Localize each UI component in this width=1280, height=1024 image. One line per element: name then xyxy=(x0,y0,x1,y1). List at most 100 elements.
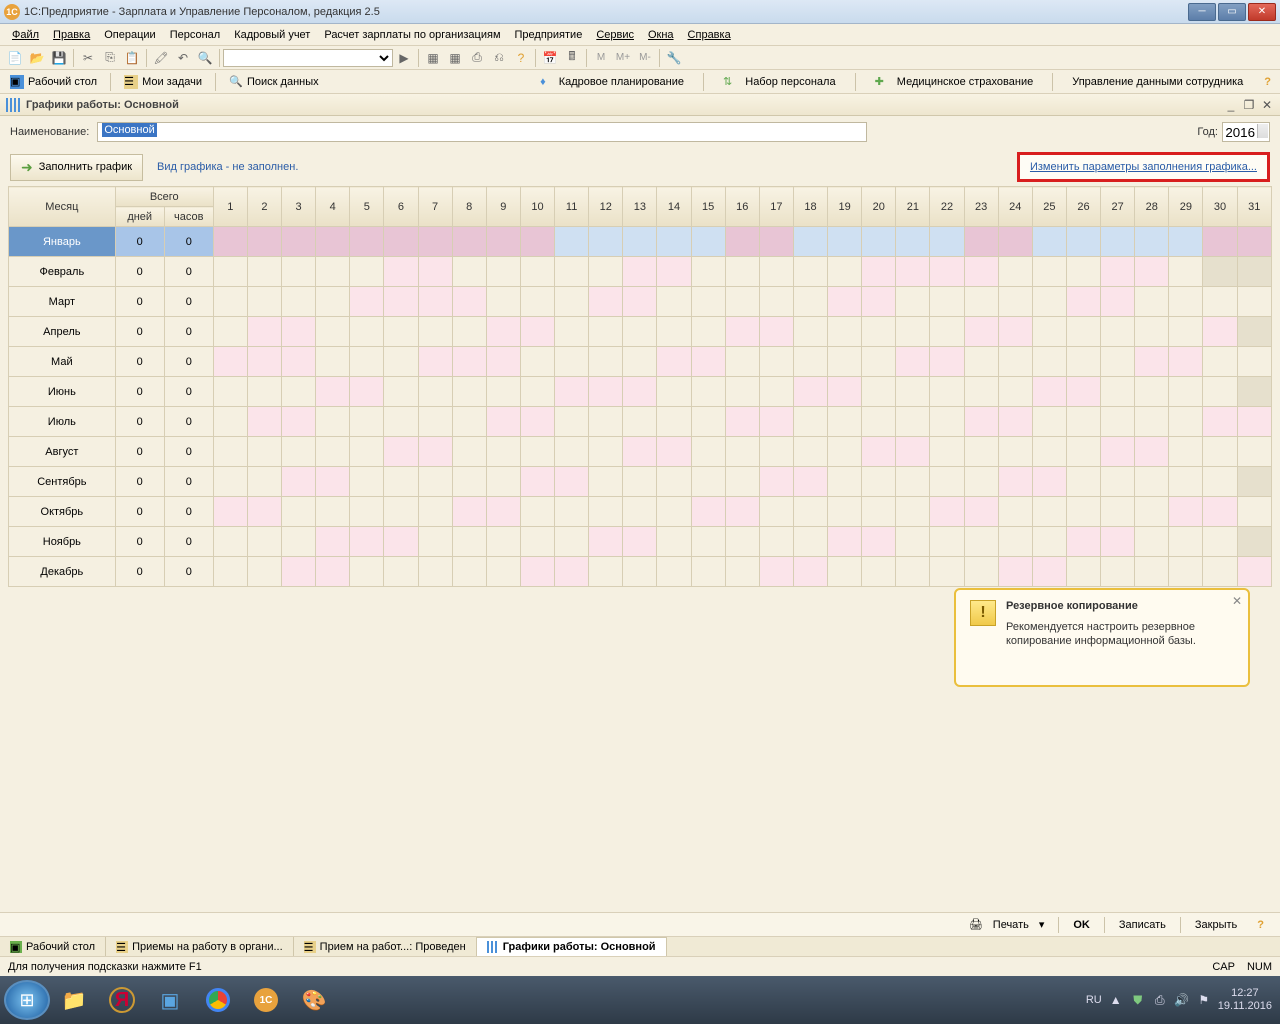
day-cell[interactable] xyxy=(486,407,520,437)
day-cell[interactable] xyxy=(350,467,384,497)
day-cell[interactable] xyxy=(1066,407,1100,437)
day-cell[interactable] xyxy=(1066,227,1100,257)
day-cell[interactable] xyxy=(589,437,623,467)
day-cell[interactable] xyxy=(1135,527,1169,557)
table-row[interactable]: Май00 xyxy=(9,347,1272,377)
day-cell[interactable] xyxy=(555,257,589,287)
day-cell[interactable] xyxy=(896,467,930,497)
day-cell[interactable] xyxy=(452,347,486,377)
table-row[interactable]: Сентябрь00 xyxy=(9,467,1272,497)
day-cell[interactable] xyxy=(691,527,725,557)
day-cell[interactable] xyxy=(862,497,896,527)
day-cell[interactable] xyxy=(1203,347,1237,377)
day-cell[interactable] xyxy=(896,347,930,377)
day-cell[interactable] xyxy=(998,377,1032,407)
day-cell[interactable] xyxy=(691,377,725,407)
mplus-icon[interactable]: M+ xyxy=(612,48,634,68)
day-cell[interactable] xyxy=(1032,377,1066,407)
day-cell[interactable] xyxy=(930,497,964,527)
menu-enterprise[interactable]: Предприятие xyxy=(509,27,589,43)
day-cell[interactable] xyxy=(555,227,589,257)
day-cell[interactable] xyxy=(452,527,486,557)
day-cell[interactable] xyxy=(691,557,725,587)
day-cell[interactable] xyxy=(555,527,589,557)
day-cell[interactable] xyxy=(691,407,725,437)
day-cell[interactable] xyxy=(213,497,247,527)
day-cell[interactable] xyxy=(1203,527,1237,557)
day-cell[interactable] xyxy=(282,437,316,467)
day-cell[interactable] xyxy=(1203,557,1237,587)
day-cell[interactable] xyxy=(623,347,657,377)
menu-hr[interactable]: Кадровый учет xyxy=(228,27,316,43)
day-cell[interactable] xyxy=(828,497,862,527)
print-button[interactable]: 🖨 Печать ▾ xyxy=(963,915,1051,935)
day-cell[interactable] xyxy=(418,557,452,587)
day-cell[interactable] xyxy=(930,407,964,437)
yandex-icon[interactable]: Я xyxy=(98,980,146,1020)
day-cell[interactable] xyxy=(964,257,998,287)
day-cell[interactable] xyxy=(1135,407,1169,437)
day-cell[interactable] xyxy=(1032,227,1066,257)
menu-windows[interactable]: Окна xyxy=(642,27,680,43)
tray-network-icon[interactable]: ⎙ xyxy=(1152,992,1168,1008)
day-cell[interactable] xyxy=(793,257,827,287)
day-cell[interactable] xyxy=(1066,467,1100,497)
day-cell[interactable] xyxy=(759,377,793,407)
day-cell[interactable] xyxy=(964,437,998,467)
day-cell[interactable] xyxy=(1135,317,1169,347)
day-cell[interactable] xyxy=(759,257,793,287)
day-cell[interactable] xyxy=(1032,287,1066,317)
day-cell[interactable] xyxy=(930,347,964,377)
day-cell[interactable] xyxy=(623,437,657,467)
year-input[interactable] xyxy=(1222,122,1270,142)
day-cell[interactable] xyxy=(1101,407,1135,437)
day-cell[interactable] xyxy=(384,257,418,287)
day-cell[interactable] xyxy=(418,377,452,407)
day-cell[interactable] xyxy=(759,227,793,257)
day-cell[interactable] xyxy=(998,467,1032,497)
day-cell[interactable] xyxy=(350,317,384,347)
fill-schedule-button[interactable]: ➜ Заполнить график xyxy=(10,154,143,181)
day-cell[interactable] xyxy=(862,317,896,347)
day-cell[interactable] xyxy=(418,437,452,467)
day-cell[interactable] xyxy=(282,407,316,437)
day-cell[interactable] xyxy=(350,527,384,557)
nav-med[interactable]: ✚Медицинское страхование xyxy=(865,71,1044,92)
day-cell[interactable] xyxy=(725,407,759,437)
day-cell[interactable] xyxy=(1101,437,1135,467)
menu-help[interactable]: Справка xyxy=(682,27,737,43)
day-cell[interactable] xyxy=(725,467,759,497)
day-cell[interactable] xyxy=(282,257,316,287)
day-cell[interactable] xyxy=(384,557,418,587)
day-cell[interactable] xyxy=(247,557,281,587)
day-cell[interactable] xyxy=(759,437,793,467)
go-icon[interactable]: ▶ xyxy=(393,48,415,68)
day-cell[interactable] xyxy=(213,437,247,467)
day-cell[interactable] xyxy=(589,347,623,377)
day-cell[interactable] xyxy=(998,347,1032,377)
day-cell[interactable] xyxy=(657,467,691,497)
nav-desktop[interactable]: ▣Рабочий стол xyxy=(4,73,103,91)
day-cell[interactable] xyxy=(316,557,350,587)
day-cell[interactable] xyxy=(828,317,862,347)
day-cell[interactable] xyxy=(520,557,554,587)
minimize-button[interactable]: ─ xyxy=(1188,3,1216,21)
day-cell[interactable] xyxy=(1169,527,1203,557)
day-cell[interactable] xyxy=(1237,377,1271,407)
day-cell[interactable] xyxy=(964,377,998,407)
day-cell[interactable] xyxy=(862,227,896,257)
calc-icon[interactable]: 🖩 xyxy=(561,48,583,68)
day-cell[interactable] xyxy=(1203,407,1237,437)
day-cell[interactable] xyxy=(247,407,281,437)
day-cell[interactable] xyxy=(213,407,247,437)
day-cell[interactable] xyxy=(1169,347,1203,377)
day-cell[interactable] xyxy=(623,557,657,587)
day-cell[interactable] xyxy=(384,497,418,527)
day-cell[interactable] xyxy=(896,317,930,347)
day-cell[interactable] xyxy=(247,347,281,377)
day-cell[interactable] xyxy=(589,557,623,587)
day-cell[interactable] xyxy=(998,437,1032,467)
day-cell[interactable] xyxy=(1066,317,1100,347)
copy-icon[interactable]: ⎘ xyxy=(99,48,121,68)
day-cell[interactable] xyxy=(691,317,725,347)
